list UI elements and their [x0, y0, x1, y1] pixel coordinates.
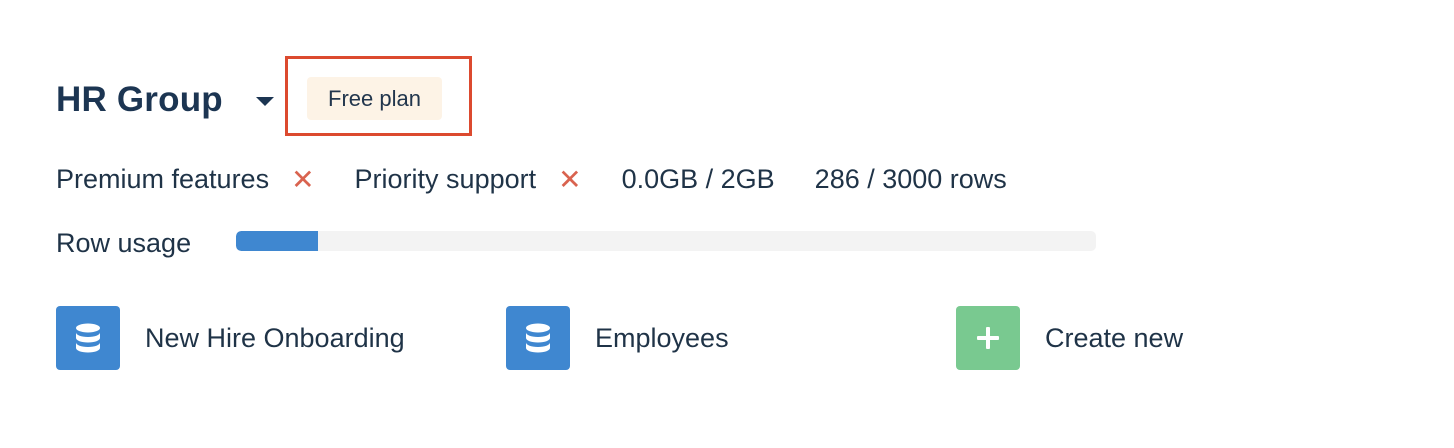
database-tile-new-hire-onboarding[interactable]: New Hire Onboarding: [56, 306, 405, 370]
row-usage-bar: [236, 231, 1096, 251]
tile-label: Create new: [1045, 322, 1184, 353]
plan-badge[interactable]: Free plan: [307, 77, 442, 120]
premium-features-label: Premium features: [56, 163, 270, 194]
database-icon: [56, 306, 120, 370]
row-usage-label: Row usage: [56, 228, 192, 258]
rows-usage: 286 / 3000 rows: [814, 163, 1007, 194]
group-overview: HR Group Free plan Premium features ✕ Pr…: [0, 0, 1454, 448]
plan-features: Premium features ✕ Priority support ✕ 0.…: [56, 160, 1007, 198]
plus-icon: [956, 306, 1020, 370]
tile-label: New Hire Onboarding: [145, 322, 405, 353]
database-tile-employees[interactable]: Employees: [506, 306, 729, 370]
create-new-tile[interactable]: Create new: [956, 306, 1183, 370]
chevron-down-icon[interactable]: [256, 97, 274, 106]
premium-features-cross-icon: ✕: [291, 163, 315, 195]
row-usage-fill: [236, 231, 318, 251]
tile-label: Employees: [595, 322, 729, 353]
priority-support-label: Priority support: [354, 163, 537, 194]
priority-support-cross-icon: ✕: [558, 163, 582, 195]
storage-usage: 0.0GB / 2GB: [621, 163, 775, 194]
group-title: HR Group: [56, 80, 223, 119]
database-icon: [506, 306, 570, 370]
